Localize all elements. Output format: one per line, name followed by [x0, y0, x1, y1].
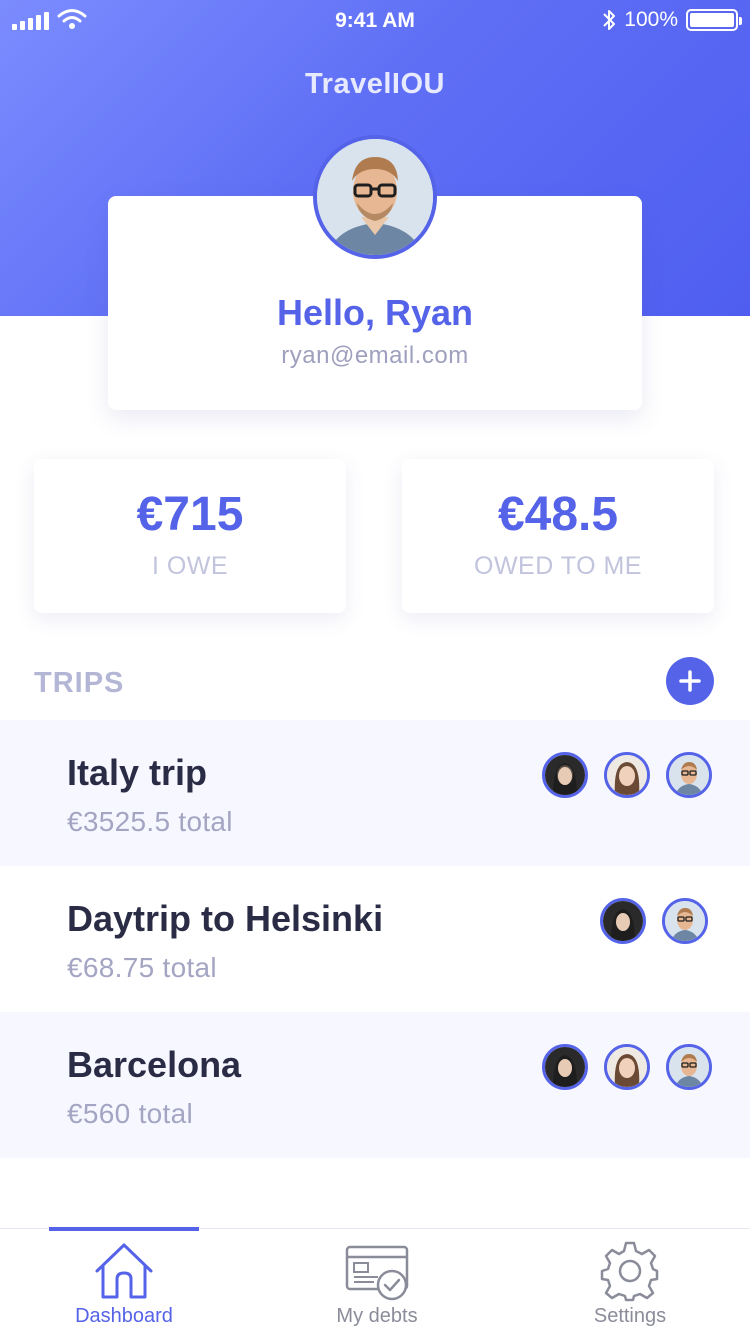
trip-participants — [542, 752, 712, 798]
app-title: TravelIOU — [305, 68, 445, 100]
trip-total: €3525.5 total — [67, 806, 233, 837]
trip-row[interactable]: Daytrip to Helsinki €68.75 total — [0, 866, 750, 1012]
participant-avatar — [666, 752, 712, 798]
tab-bar: Dashboard My debts Settings — [0, 1227, 750, 1334]
tab-label: Dashboard — [75, 1305, 173, 1327]
participant-avatar — [662, 898, 708, 944]
tab-label: My debts — [336, 1305, 418, 1327]
gear-icon — [600, 1241, 659, 1302]
trip-name: Barcelona — [67, 1044, 242, 1085]
trip-row[interactable]: Italy trip €3525.5 total — [0, 720, 750, 866]
tab-label: Settings — [593, 1305, 667, 1327]
i-owe-amount: €715 — [136, 488, 244, 541]
trip-total: €68.75 total — [67, 952, 217, 983]
participant-avatar — [542, 1044, 588, 1090]
active-tab-indicator — [49, 1227, 199, 1231]
trip-participants — [542, 1044, 712, 1090]
add-trip-button[interactable] — [666, 657, 714, 705]
participant-avatar — [666, 1044, 712, 1090]
house-icon — [95, 1243, 153, 1299]
user-avatar[interactable] — [313, 135, 437, 259]
tab-settings[interactable]: Settings — [540, 1241, 720, 1328]
trip-total: €560 total — [67, 1098, 193, 1129]
profile-email: ryan@email.com — [281, 342, 469, 369]
participant-avatar — [604, 1044, 650, 1090]
participant-avatar — [542, 752, 588, 798]
participant-avatar — [604, 752, 650, 798]
status-bar: 9:41 AM 100% — [0, 0, 750, 40]
i-owe-card[interactable]: €715 I OWE — [34, 459, 346, 613]
profile-greeting: Hello, Ryan — [276, 292, 474, 333]
owed-to-me-label: OWED TO ME — [474, 552, 642, 580]
tab-my-debts[interactable]: My debts — [287, 1241, 467, 1328]
status-right: 100% — [602, 8, 742, 32]
participant-avatar — [600, 898, 646, 944]
plus-icon — [679, 670, 701, 692]
i-owe-label: I OWE — [151, 552, 229, 580]
owed-to-me-card[interactable]: €48.5 OWED TO ME — [402, 459, 714, 613]
trip-name: Daytrip to Helsinki — [67, 898, 384, 939]
trip-row[interactable]: Barcelona €560 total — [0, 1012, 750, 1158]
battery-percent: 100% — [624, 8, 678, 31]
trip-name: Italy trip — [67, 752, 208, 793]
trip-participants — [600, 898, 708, 944]
battery-icon — [686, 9, 742, 31]
trips-section-title: TRIPS — [34, 667, 125, 699]
tab-dashboard[interactable]: Dashboard — [34, 1241, 214, 1328]
owed-to-me-amount: €48.5 — [497, 488, 619, 541]
bluetooth-icon — [603, 10, 616, 30]
user-portrait — [317, 139, 433, 255]
debts-icon — [345, 1245, 409, 1301]
